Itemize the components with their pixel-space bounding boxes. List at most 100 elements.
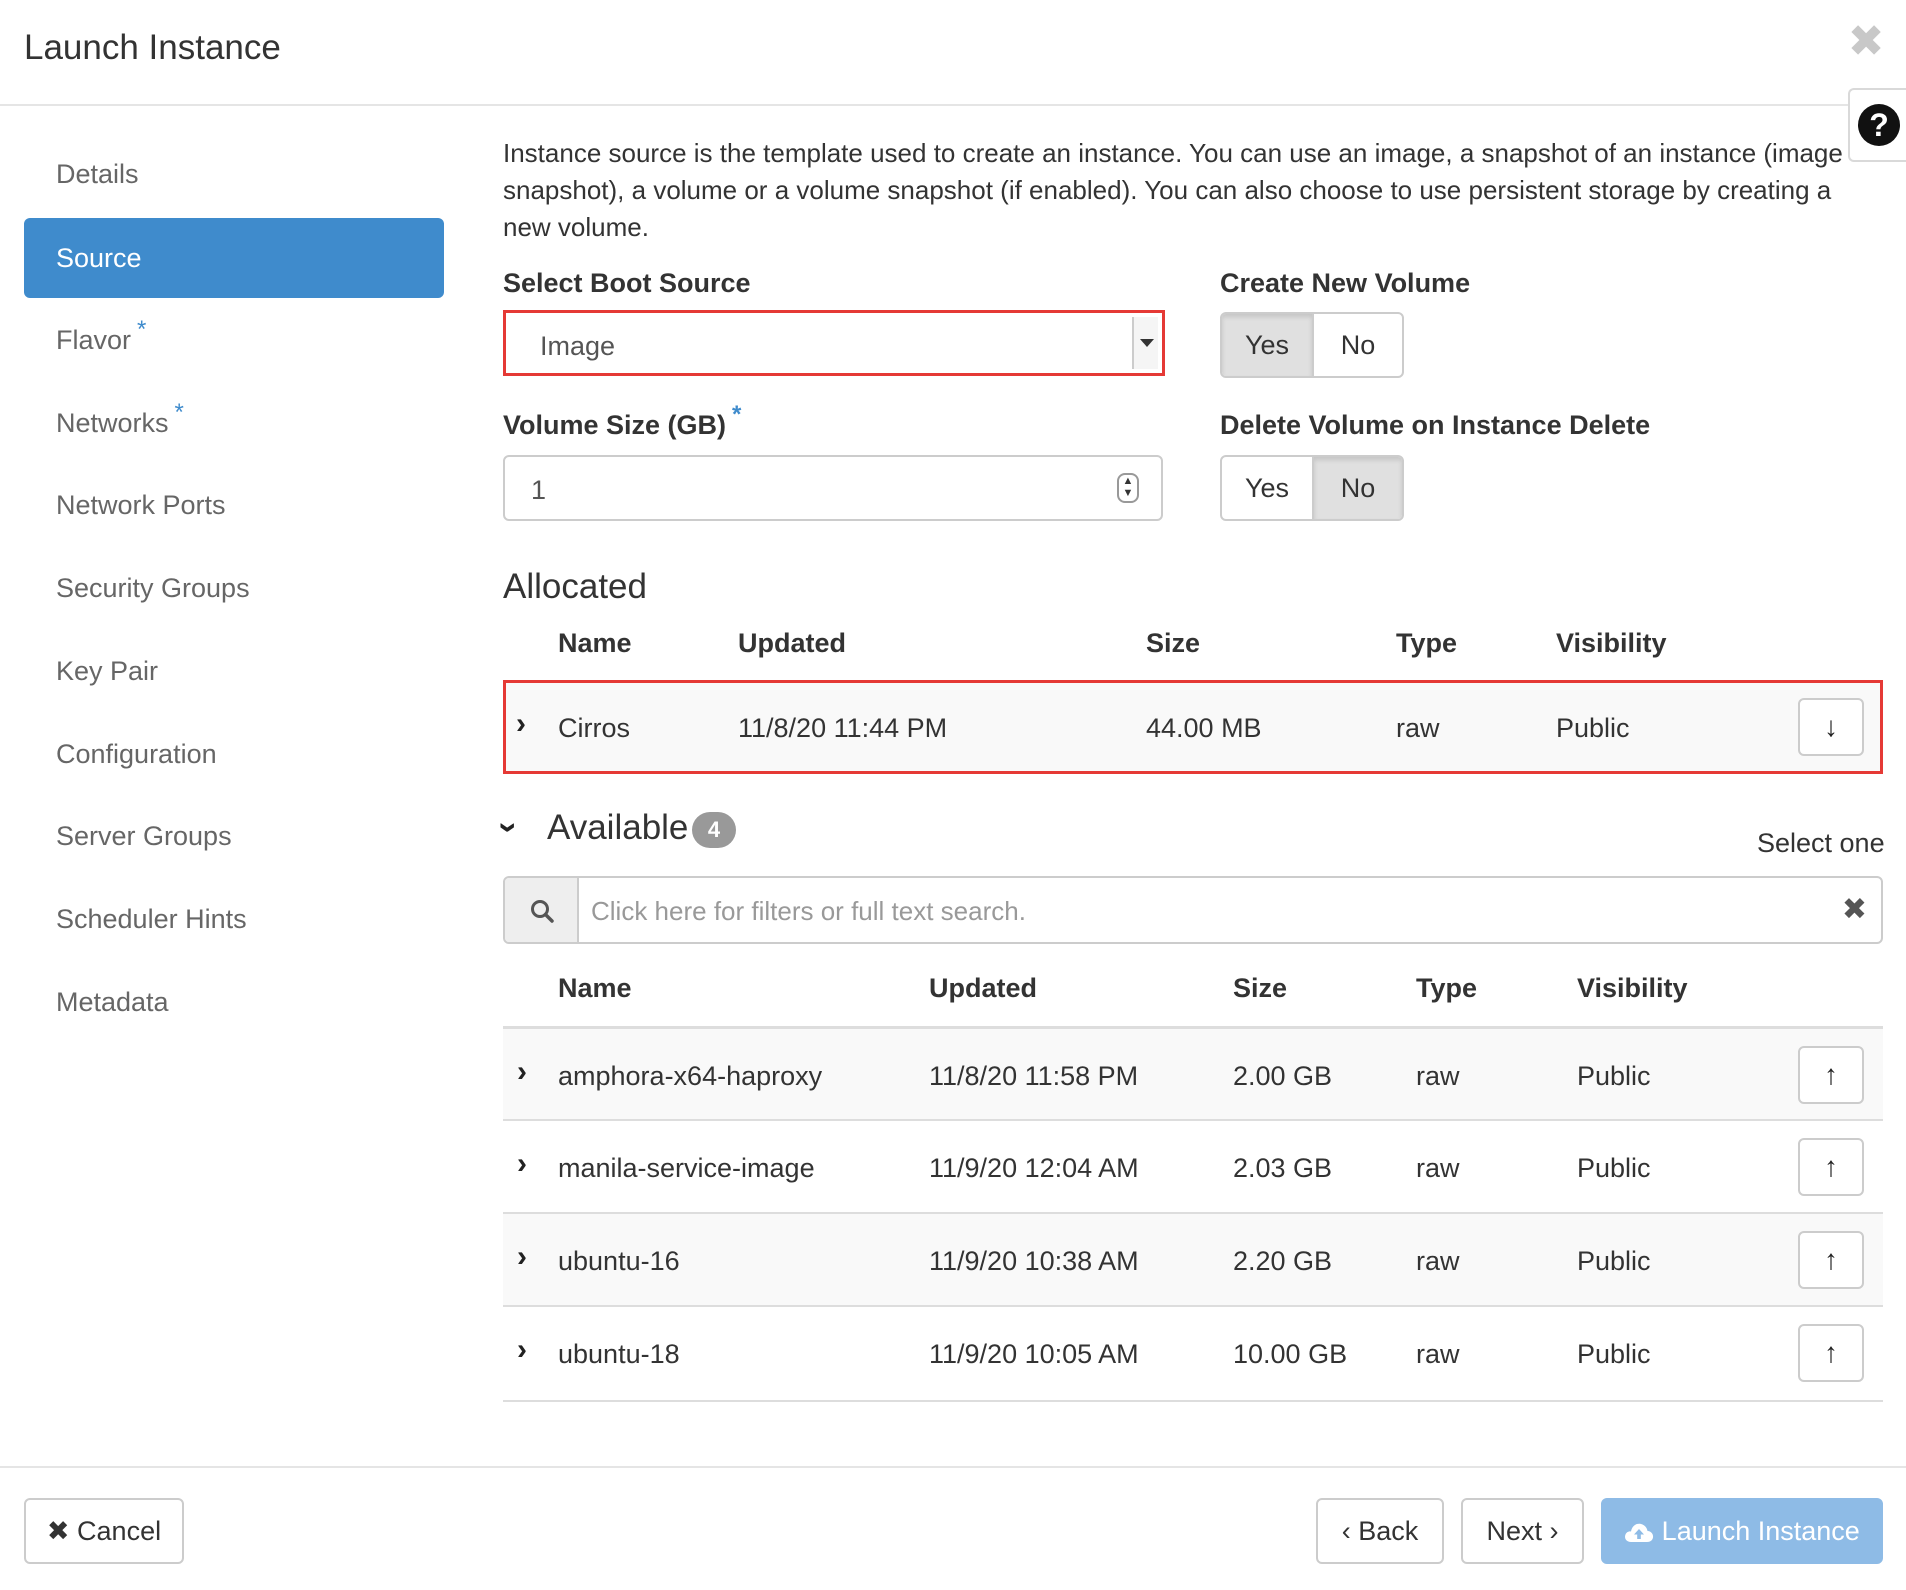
back-button[interactable]: ‹ Back	[1316, 1498, 1444, 1564]
volume-size-value: 1	[531, 475, 547, 505]
available-col-updated: Updated	[929, 973, 1037, 1003]
row-size: 10.00 GB	[1233, 1339, 1348, 1369]
table-row: › amphora-x64-haproxy 11/8/20 11:58 PM 2…	[503, 1026, 1883, 1119]
row-visibility: Public	[1577, 1246, 1651, 1276]
required-marker: *	[137, 316, 147, 343]
boot-source-label: Select Boot Source	[503, 268, 751, 298]
available-col-name: Name	[558, 973, 632, 1003]
available-col-type: Type	[1416, 973, 1478, 1003]
allocate-button[interactable]: ↑	[1798, 1138, 1864, 1196]
chevron-right-icon[interactable]: ›	[516, 707, 526, 741]
cancel-button[interactable]: ✖ Cancel	[24, 1498, 184, 1564]
chevron-right-icon: ›	[1549, 1516, 1559, 1546]
sidebar-item-server-groups[interactable]: Server Groups	[24, 796, 444, 876]
row-visibility: Public	[1577, 1339, 1651, 1369]
allocated-col-name: Name	[558, 628, 632, 658]
row-name: ubuntu-18	[558, 1339, 680, 1369]
sidebar-item-scheduler-hints[interactable]: Scheduler Hints	[24, 879, 444, 959]
times-icon: ✖	[46, 1516, 70, 1546]
row-updated: 11/9/20 10:38 AM	[929, 1246, 1139, 1276]
row-updated: 11/9/20 10:05 AM	[929, 1339, 1139, 1369]
delete-volume-yes-button[interactable]: Yes	[1222, 457, 1312, 519]
chevron-right-icon[interactable]: ›	[517, 1147, 527, 1181]
sidebar-item-flavor[interactable]: Flavor *	[24, 300, 444, 380]
next-button[interactable]: Next ›	[1461, 1498, 1584, 1564]
table-row: › ubuntu-16 11/9/20 10:38 AM 2.20 GB raw…	[503, 1212, 1883, 1305]
arrow-down-icon: ↓	[1824, 711, 1838, 742]
number-spinner-icon[interactable]: ▲ ▼	[1117, 473, 1139, 503]
create-volume-no-button[interactable]: No	[1312, 314, 1402, 376]
select-one-hint: Select one	[1757, 828, 1885, 858]
boot-source-select[interactable]: Image	[503, 310, 1165, 376]
dialog-header	[0, 0, 1906, 106]
delete-volume-no-button[interactable]: No	[1312, 457, 1402, 519]
available-col-visibility: Visibility	[1577, 973, 1688, 1003]
allocated-col-visibility: Visibility	[1556, 628, 1667, 658]
search-input[interactable]: Click here for filters or full text sear…	[591, 896, 1026, 927]
row-name: ubuntu-16	[558, 1246, 680, 1276]
chevron-left-icon: ‹	[1341, 1516, 1351, 1546]
allocated-col-type: Type	[1396, 628, 1458, 658]
row-type: raw	[1416, 1246, 1460, 1276]
sidebar-item-key-pair[interactable]: Key Pair	[24, 631, 444, 711]
table-row: › ubuntu-18 11/9/20 10:05 AM 10.00 GB ra…	[503, 1305, 1883, 1398]
create-volume-yes-button[interactable]: Yes	[1222, 314, 1312, 376]
allocated-visibility: Public	[1556, 713, 1630, 743]
allocate-button[interactable]: ↑	[1798, 1324, 1864, 1382]
delete-volume-toggle: Yes No	[1220, 455, 1404, 521]
deallocate-button[interactable]: ↓	[1798, 698, 1864, 756]
required-marker: *	[732, 401, 742, 428]
row-type: raw	[1416, 1153, 1460, 1183]
create-volume-label: Create New Volume	[1220, 268, 1471, 298]
required-marker: *	[174, 399, 184, 426]
chevron-right-icon[interactable]: ›	[517, 1055, 527, 1089]
allocated-row: › Cirros 11/8/20 11:44 PM 44.00 MB raw P…	[503, 680, 1883, 774]
delete-volume-label: Delete Volume on Instance Delete	[1220, 410, 1651, 440]
sidebar-item-security-groups[interactable]: Security Groups	[24, 548, 444, 628]
sidebar-item-metadata[interactable]: Metadata	[24, 962, 444, 1042]
allocate-button[interactable]: ↑	[1798, 1046, 1864, 1104]
row-updated: 11/8/20 11:58 PM	[929, 1061, 1139, 1091]
row-updated: 11/9/20 12:04 AM	[929, 1153, 1139, 1183]
source-description: Instance source is the template used to …	[503, 138, 1843, 242]
caret-down-icon	[1140, 339, 1154, 347]
arrow-up-icon: ↑	[1824, 1244, 1838, 1275]
row-size: 2.00 GB	[1233, 1061, 1333, 1091]
launch-instance-button[interactable]: Launch Instance	[1601, 1498, 1883, 1564]
row-name: manila-service-image	[558, 1153, 815, 1183]
table-bottom-border	[503, 1400, 1883, 1402]
chevron-down-icon[interactable]: ›	[489, 822, 528, 833]
allocated-type: raw	[1396, 713, 1440, 743]
chevron-right-icon[interactable]: ›	[517, 1240, 527, 1274]
search-bar[interactable]: Click here for filters or full text sear…	[503, 876, 1883, 944]
volume-size-input[interactable]: 1 ▲ ▼	[503, 455, 1163, 521]
row-visibility: Public	[1577, 1061, 1651, 1091]
close-icon[interactable]: ✖	[1846, 20, 1886, 64]
available-count-badge: 4	[692, 812, 736, 848]
cloud-upload-icon	[1625, 1523, 1654, 1542]
available-col-size: Size	[1233, 973, 1288, 1003]
chevron-right-icon[interactable]: ›	[517, 1333, 527, 1367]
allocated-col-size: Size	[1146, 628, 1201, 658]
allocate-button[interactable]: ↑	[1798, 1231, 1864, 1289]
row-name: amphora-x64-haproxy	[558, 1061, 823, 1091]
table-row: › manila-service-image 11/9/20 12:04 AM …	[503, 1119, 1883, 1212]
dropdown-toggle[interactable]	[1132, 317, 1158, 369]
row-visibility: Public	[1577, 1153, 1651, 1183]
sidebar-item-configuration[interactable]: Configuration	[24, 714, 444, 794]
row-size: 2.20 GB	[1233, 1246, 1333, 1276]
row-type: raw	[1416, 1339, 1460, 1369]
sidebar-item-source[interactable]: Source	[24, 218, 444, 298]
dialog-title: Launch Instance	[24, 28, 281, 67]
arrow-up-icon: ↑	[1824, 1337, 1838, 1368]
row-type: raw	[1416, 1061, 1460, 1091]
sidebar-item-network-ports[interactable]: Network Ports	[24, 465, 444, 545]
available-title: Available	[547, 808, 689, 847]
sidebar-item-networks[interactable]: Networks *	[24, 383, 444, 463]
allocated-title: Allocated	[503, 567, 647, 606]
search-icon	[531, 900, 554, 923]
allocated-size: 44.00 MB	[1146, 713, 1262, 743]
arrow-up-icon: ↑	[1824, 1059, 1838, 1090]
sidebar-item-details[interactable]: Details	[24, 134, 444, 214]
clear-search-icon[interactable]: ✖	[1842, 892, 1867, 927]
